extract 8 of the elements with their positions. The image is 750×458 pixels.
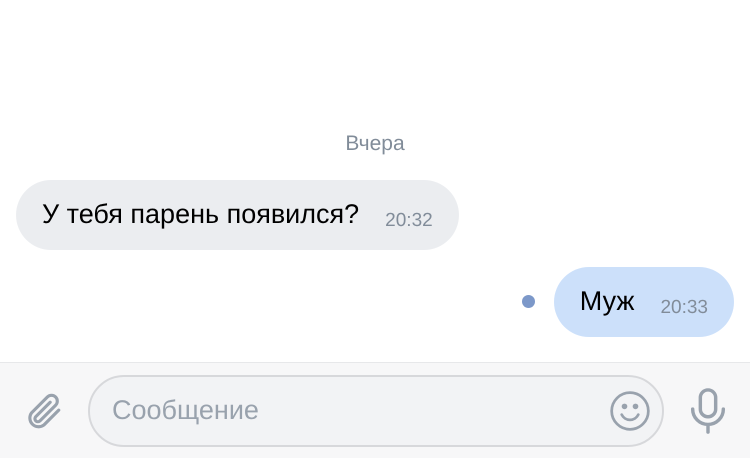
message-time: 20:33 (660, 296, 708, 320)
message-field[interactable]: Сообщение (88, 374, 664, 446)
message-time: 20:32 (385, 209, 433, 234)
message-text: У тебя парень появился? (42, 198, 360, 232)
smiley-icon[interactable] (608, 388, 652, 432)
microphone-icon[interactable] (688, 388, 728, 434)
message-text: Муж (580, 285, 634, 318)
date-separator: Вчера (345, 131, 405, 157)
